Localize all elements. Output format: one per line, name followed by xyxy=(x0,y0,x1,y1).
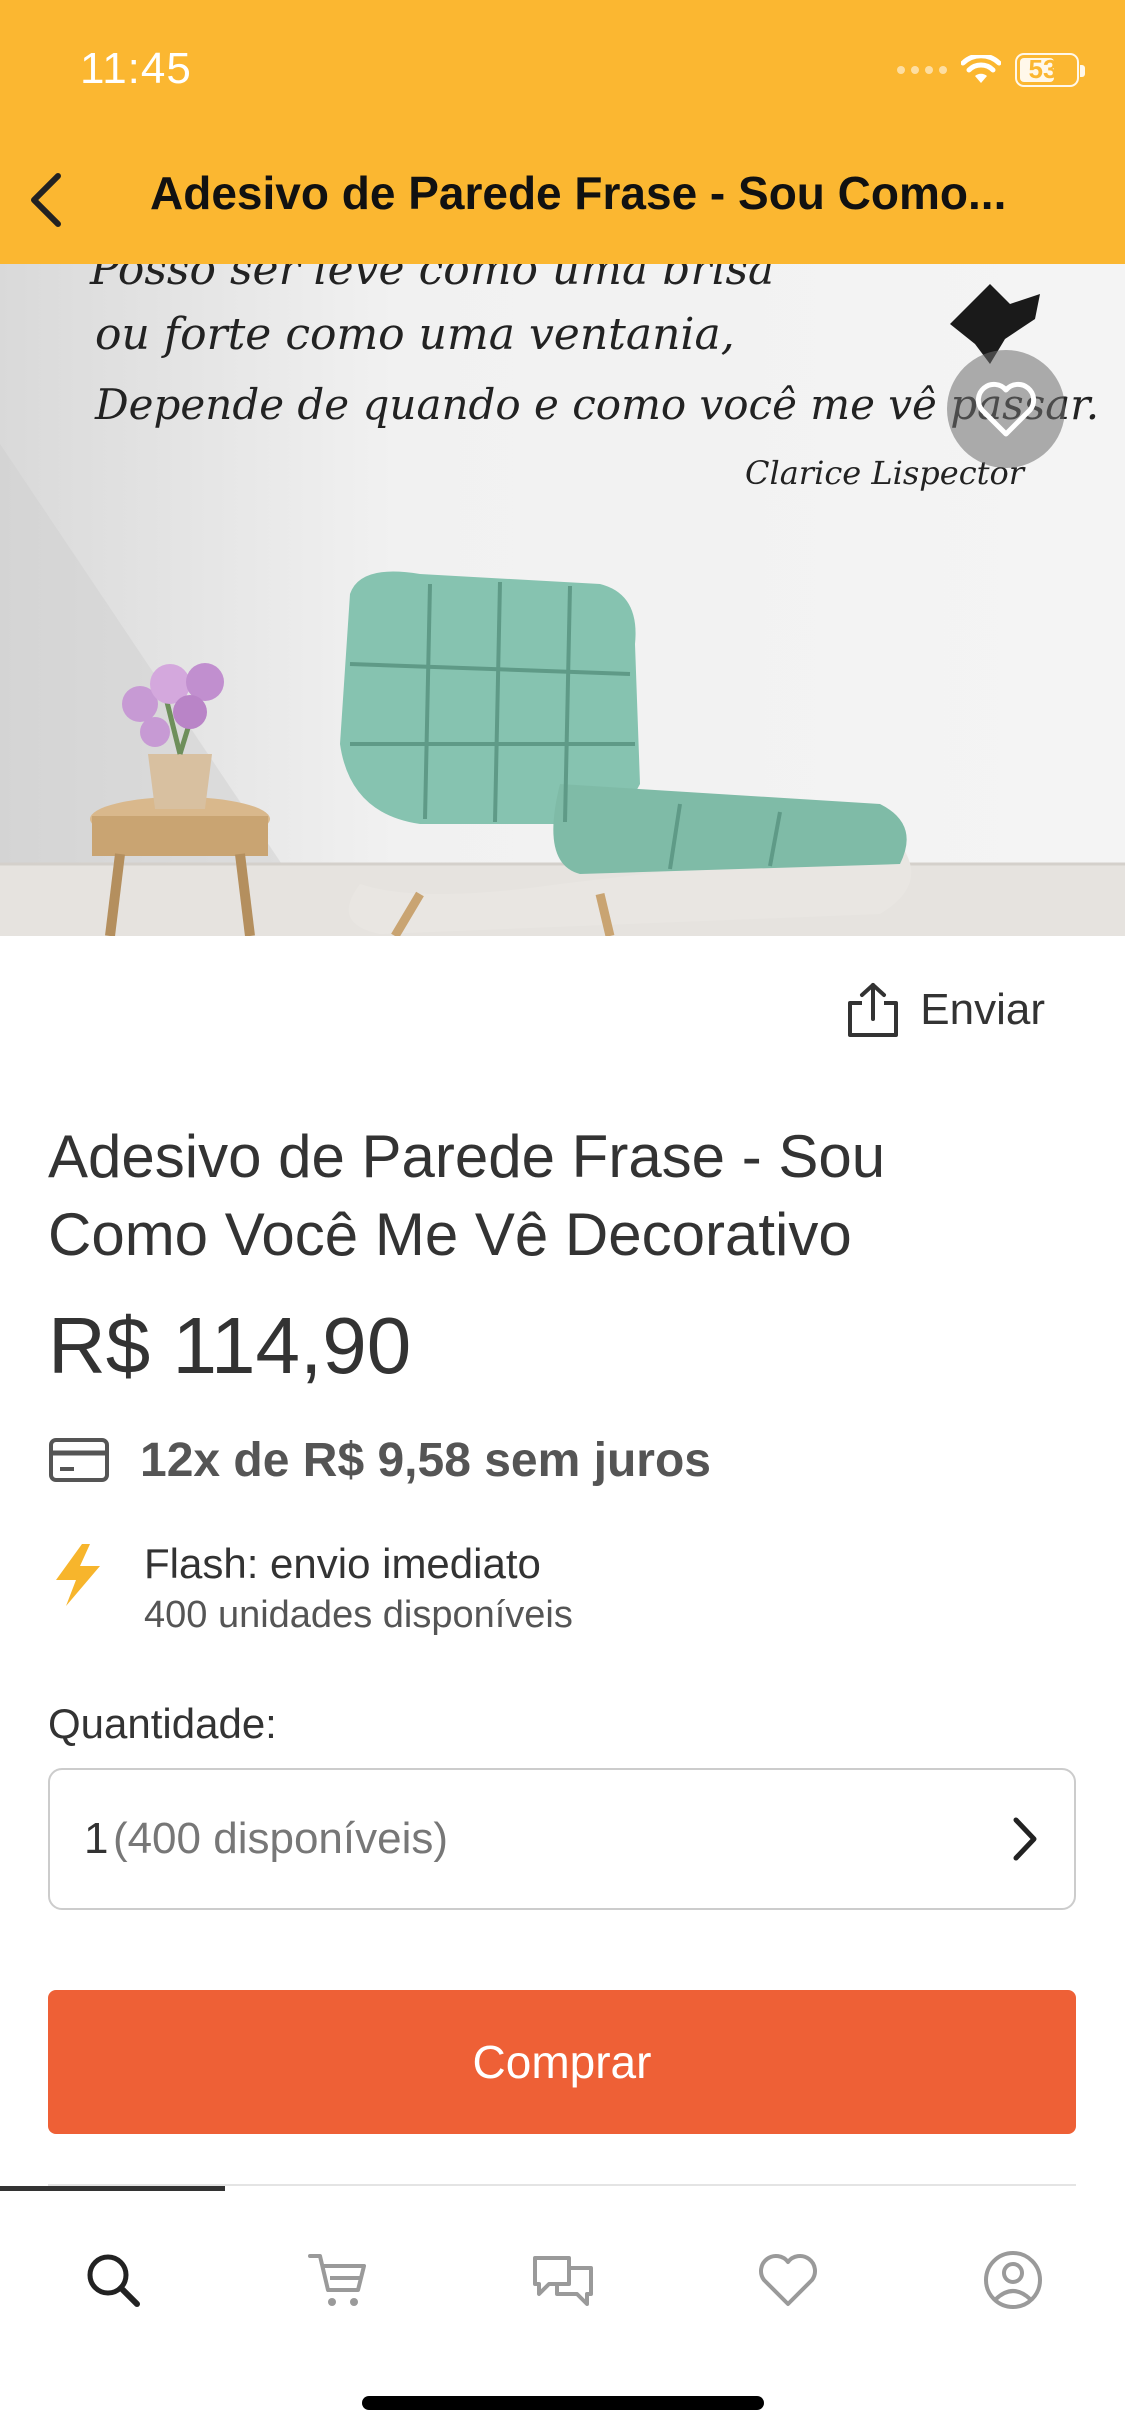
buy-button[interactable]: Comprar xyxy=(48,1990,1076,2134)
quantity-select[interactable]: 1 (400 disponíveis) xyxy=(48,1768,1076,1910)
quantity-value: 1 xyxy=(84,1814,109,1863)
quote-line-1: Posso ser leve como uma brisa xyxy=(89,264,774,295)
home-indicator xyxy=(362,2396,764,2410)
search-icon xyxy=(87,2254,140,2307)
battery-icon: 53 xyxy=(1015,53,1085,87)
product-image[interactable]: Posso ser leve como uma brisa ou forte c… xyxy=(0,264,1125,936)
status-time: 11:45 xyxy=(80,44,192,93)
heart-icon xyxy=(758,2254,817,2306)
quantity-label: Quantidade: xyxy=(48,1700,277,1747)
back-button[interactable] xyxy=(16,160,76,240)
profile-icon xyxy=(983,2251,1042,2309)
tab-favorites[interactable] xyxy=(675,2200,900,2360)
heart-icon xyxy=(975,381,1037,437)
cart-icon xyxy=(307,2254,366,2306)
chevron-right-icon xyxy=(1013,1817,1037,1861)
tab-bar xyxy=(0,2200,1125,2360)
lightning-icon xyxy=(56,1544,100,1606)
installments-info: 12x de R$ 9,58 sem juros xyxy=(48,1430,711,1490)
shipping-title: Flash: envio imediato xyxy=(144,1540,541,1587)
tab-profile[interactable] xyxy=(900,2200,1125,2360)
status-icons: 53 xyxy=(897,52,1085,88)
share-button[interactable]: Enviar xyxy=(844,975,1045,1045)
page-title: Adesivo de Parede Frase - Sou Como... xyxy=(150,167,1007,219)
share-icon xyxy=(848,983,899,1037)
battery-level: 53 xyxy=(1028,54,1058,84)
app-header xyxy=(0,0,1125,264)
credit-card-icon xyxy=(49,1438,109,1482)
shipping-subtitle: 400 unidades disponíveis xyxy=(144,1594,573,1636)
product-title: Adesivo de Parede Frase - Sou Como Você … xyxy=(48,1123,886,1268)
share-label: Enviar xyxy=(920,985,1045,1034)
installments-text: 12x de R$ 9,58 sem juros xyxy=(140,1433,711,1487)
favorite-button[interactable] xyxy=(947,350,1065,468)
active-tab-indicator xyxy=(0,2186,225,2191)
tab-search[interactable] xyxy=(0,2200,225,2360)
tab-messages[interactable] xyxy=(450,2200,675,2360)
tab-cart[interactable] xyxy=(225,2200,450,2360)
shipping-info: Flash: envio imediato 400 unidades dispo… xyxy=(48,1540,573,1637)
wifi-icon xyxy=(961,55,1001,83)
chevron-left-icon xyxy=(31,173,61,227)
quantity-available: (400 disponíveis) xyxy=(112,1814,449,1863)
chat-icon xyxy=(532,2256,593,2306)
product-price: R$ 114,90 xyxy=(48,1301,412,1390)
signal-icon xyxy=(897,66,947,74)
quote-line-2: ou forte como uma ventania, xyxy=(95,309,735,360)
